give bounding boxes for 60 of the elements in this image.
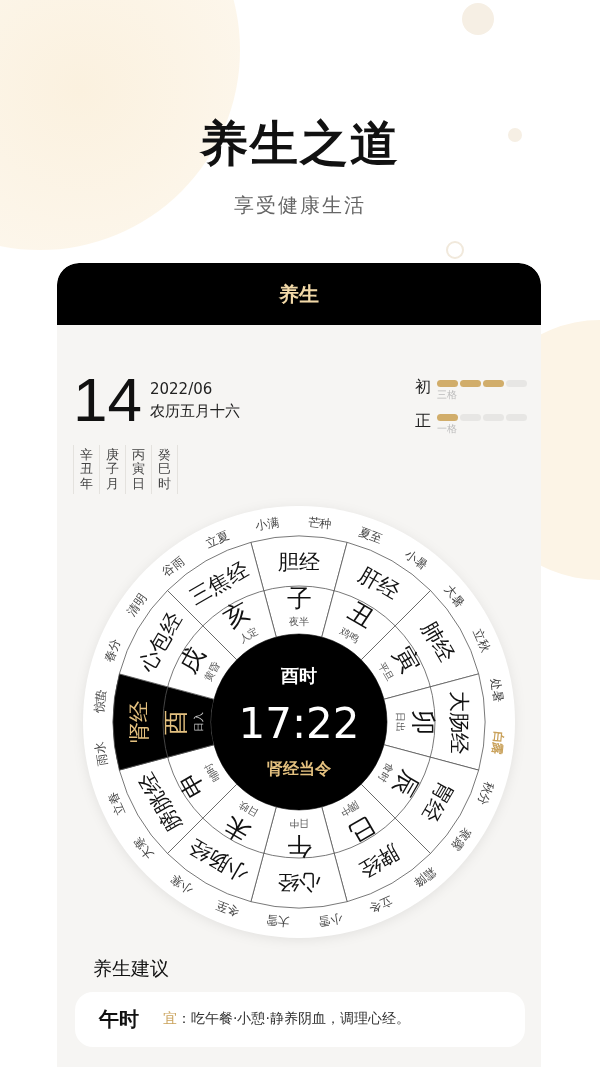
decor-dot xyxy=(508,128,522,142)
branch-label: 卯 xyxy=(408,709,438,735)
solar-term: 立冬 xyxy=(366,893,395,916)
solar-term: 冬至 xyxy=(213,897,242,920)
meridian-label: 大肠经 xyxy=(447,690,471,754)
meter-label: 正 xyxy=(415,411,431,432)
year-month: 2022/06 xyxy=(149,379,214,398)
solar-term: 处暑 xyxy=(487,677,506,704)
solar-term: 小暑 xyxy=(402,547,431,573)
solar-term: 立夏 xyxy=(203,527,232,551)
branch-label: 午 xyxy=(286,831,312,861)
advice-period: 午时 xyxy=(99,1005,139,1033)
ganzhi-column: 庚子月 xyxy=(99,445,125,494)
solar-term: 大雪 xyxy=(265,912,291,929)
branch-alias: 日中 xyxy=(289,817,309,829)
meter-label: 初 xyxy=(415,377,431,398)
solar-term: 秋分 xyxy=(474,779,497,808)
meridian-label: 心经 xyxy=(278,869,320,894)
branch-alias: 晡时 xyxy=(201,761,222,784)
solar-term: 春分 xyxy=(101,636,124,664)
center-note: 肾经当令 xyxy=(267,758,331,778)
solar-term: 霜降 xyxy=(411,864,439,891)
advice-text: 宜：吃午餐·小憩·静养阴血，调理心经。 xyxy=(163,1010,410,1029)
solar-term: 大寒 xyxy=(130,834,157,862)
solar-term: 小满 xyxy=(254,515,281,534)
solar-term: 大暑 xyxy=(441,582,468,610)
branch-alias: 食时 xyxy=(376,761,397,784)
branch-label: 酉 xyxy=(160,709,190,735)
center-period: 酉时 xyxy=(281,664,317,686)
branch-alias: 日出 xyxy=(394,711,406,732)
solar-term: 白露 xyxy=(489,730,507,756)
solar-term: 小雪 xyxy=(317,910,344,929)
branch-alias: 日昳 xyxy=(237,799,260,820)
branch-alias: 日入 xyxy=(192,711,204,732)
day-number: 14 xyxy=(73,369,142,431)
ganzhi-column: 癸巳时 xyxy=(151,445,178,494)
ganzhi-column: 辛丑年 xyxy=(73,445,99,494)
solar-term: 小寒 xyxy=(167,871,196,897)
center-time: 17:22 xyxy=(238,698,360,748)
solar-term: 立秋 xyxy=(470,626,493,655)
hero-title: 养生之道 xyxy=(200,114,400,173)
solar-term: 谷雨 xyxy=(159,553,187,580)
solar-term: 芒种 xyxy=(307,514,333,532)
ganzhi-column: 丙寅日 xyxy=(125,445,151,494)
card-title: 养生 xyxy=(279,280,319,308)
lunar-date: 农历五月十六 xyxy=(149,401,240,421)
decor-ring xyxy=(446,241,464,259)
branch-alias: 夜半 xyxy=(289,615,309,627)
hero-subtitle: 享受健康生活 xyxy=(234,192,366,219)
solar-term: 惊蛰 xyxy=(91,688,109,714)
solar-term: 立春 xyxy=(105,789,128,818)
solar-term: 雨水 xyxy=(92,740,111,767)
branch-label: 子 xyxy=(286,583,312,613)
solar-term: 夏至 xyxy=(356,524,385,546)
solar-term: 寒露 xyxy=(448,825,474,854)
decor-dot xyxy=(462,3,494,35)
section-title: 养生建议 xyxy=(93,955,170,981)
meridian-label: 肾经 xyxy=(127,700,151,743)
solar-term: 清明 xyxy=(124,590,150,619)
meridian-label: 胆经 xyxy=(278,549,320,574)
